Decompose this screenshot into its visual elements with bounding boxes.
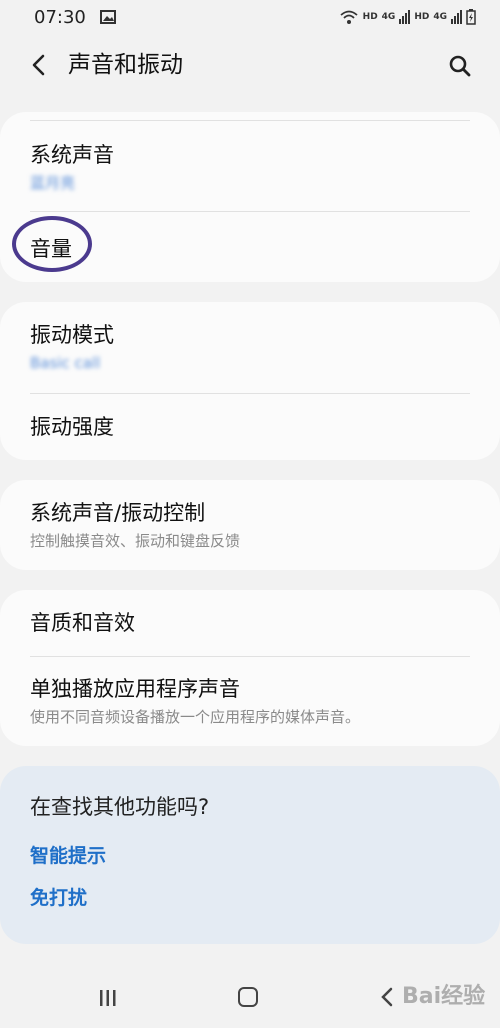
page-title: 声音和振动 bbox=[68, 52, 183, 78]
settings-group-control: 系统声音/振动控制 控制触摸音效、振动和键盘反馈 bbox=[0, 480, 500, 570]
recent-apps-icon[interactable] bbox=[98, 989, 118, 1007]
separate-app-sound-title: 单独播放应用程序声音 bbox=[30, 677, 240, 701]
smart-alert-link[interactable]: 智能提示 bbox=[30, 842, 106, 870]
watermark: Bai经验 bbox=[402, 984, 486, 1009]
volume-title: 音量 bbox=[30, 237, 72, 261]
do-not-disturb-link[interactable]: 免打扰 bbox=[30, 884, 87, 912]
divider bbox=[30, 656, 470, 657]
vibration-pattern-value: Basic call bbox=[30, 354, 101, 372]
suggestion-title: 在查找其他功能吗? bbox=[30, 795, 210, 819]
app-header: 声音和振动 bbox=[0, 40, 500, 90]
sound-quality-title: 音质和音效 bbox=[30, 611, 135, 635]
highlight-circle-annotation bbox=[12, 216, 92, 272]
sound-vibration-control-item[interactable]: 系统声音/振动控制 控制触摸音效、振动和键盘反馈 bbox=[30, 498, 470, 552]
network-type-1: HD bbox=[362, 12, 378, 22]
signal-icon bbox=[451, 10, 462, 24]
status-bar: 07:30 HD 4G HD 4G bbox=[0, 0, 500, 34]
divider bbox=[30, 211, 470, 212]
vibration-intensity-item[interactable]: 振动强度 bbox=[30, 412, 470, 442]
looking-for-something-else-card: 在查找其他功能吗? 智能提示 免打扰 bbox=[0, 766, 500, 944]
wifi-icon bbox=[340, 10, 358, 24]
system-sound-title: 系统声音 bbox=[30, 143, 114, 167]
divider bbox=[30, 393, 470, 394]
separate-app-sound-item[interactable]: 单独播放应用程序声音 使用不同音频设备播放一个应用程序的媒体声音。 bbox=[30, 674, 470, 728]
control-subtitle: 控制触摸音效、振动和键盘反馈 bbox=[30, 532, 241, 550]
vibration-pattern-item[interactable]: 振动模式 Basic call bbox=[30, 320, 470, 374]
image-notification-icon bbox=[99, 10, 116, 24]
home-icon[interactable] bbox=[238, 987, 258, 1007]
separate-app-sound-subtitle: 使用不同音频设备播放一个应用程序的媒体声音。 bbox=[30, 708, 361, 726]
vibration-pattern-title: 振动模式 bbox=[30, 323, 114, 347]
divider bbox=[30, 120, 470, 121]
battery-icon bbox=[466, 9, 476, 25]
back-arrow-icon[interactable] bbox=[28, 52, 50, 78]
back-nav-icon[interactable] bbox=[380, 986, 394, 1008]
network-type-2: HD bbox=[414, 12, 430, 22]
status-time: 07:30 bbox=[34, 6, 86, 28]
settings-group-vibration: 振动模式 Basic call 振动强度 bbox=[0, 302, 500, 460]
search-icon[interactable] bbox=[446, 52, 474, 80]
settings-group-quality: 音质和音效 单独播放应用程序声音 使用不同音频设备播放一个应用程序的媒体声音。 bbox=[0, 590, 500, 746]
sound-quality-item[interactable]: 音质和音效 bbox=[30, 608, 470, 638]
vibration-intensity-title: 振动强度 bbox=[30, 415, 114, 439]
network-gen-2: 4G bbox=[433, 12, 447, 22]
signal-icon bbox=[399, 10, 411, 24]
system-sound-item[interactable]: 系统声音 蓝月亮 bbox=[30, 140, 470, 194]
volume-item[interactable]: 音量 bbox=[30, 234, 470, 264]
network-gen-1: 4G bbox=[381, 12, 396, 22]
control-title: 系统声音/振动控制 bbox=[30, 501, 206, 525]
system-sound-value: 蓝月亮 bbox=[30, 174, 76, 192]
